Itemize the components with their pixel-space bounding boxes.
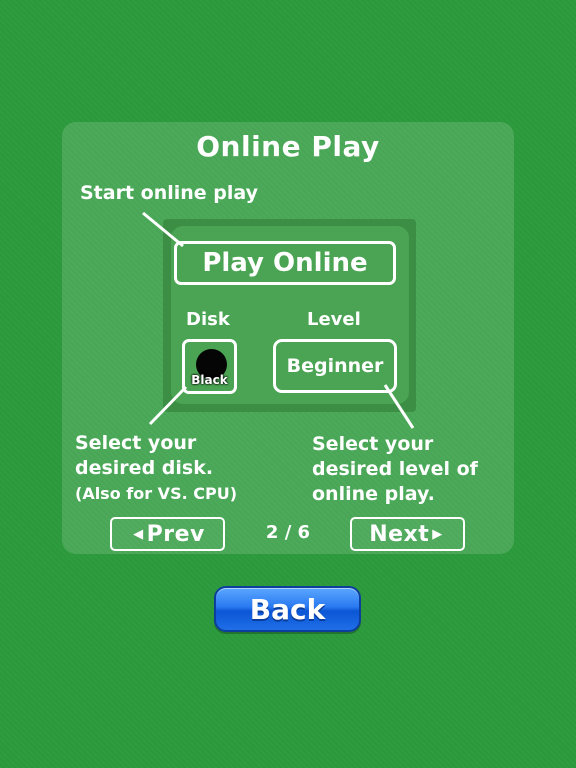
callout-disk: Select your desired disk. (Also for VS. … xyxy=(75,431,237,506)
callout-disk-line2: desired disk. xyxy=(75,457,214,479)
triangle-left-icon: ◀ xyxy=(133,526,144,542)
callout-disk-line3: (Also for VS. CPU) xyxy=(75,484,238,503)
callout-line-disk xyxy=(148,385,188,426)
prev-label: Prev xyxy=(146,521,205,547)
next-button[interactable]: Next ▶ xyxy=(350,517,465,551)
callout-line-start xyxy=(142,211,184,248)
triangle-right-icon: ▶ xyxy=(432,526,443,542)
callout-level: Select your desired level of online play… xyxy=(312,432,478,507)
prev-button[interactable]: ◀ Prev xyxy=(110,517,225,551)
page-indicator: 2 / 6 xyxy=(265,522,311,543)
callout-level-line2: desired level of xyxy=(312,458,478,480)
next-label: Next xyxy=(369,521,430,547)
callout-level-line1: Select your xyxy=(312,433,434,455)
back-button[interactable]: Back xyxy=(214,586,361,632)
callout-line-level xyxy=(383,384,415,429)
callout-level-line3: online play. xyxy=(312,483,435,505)
callout-disk-line1: Select your xyxy=(75,432,197,454)
callout-lines xyxy=(142,211,415,429)
